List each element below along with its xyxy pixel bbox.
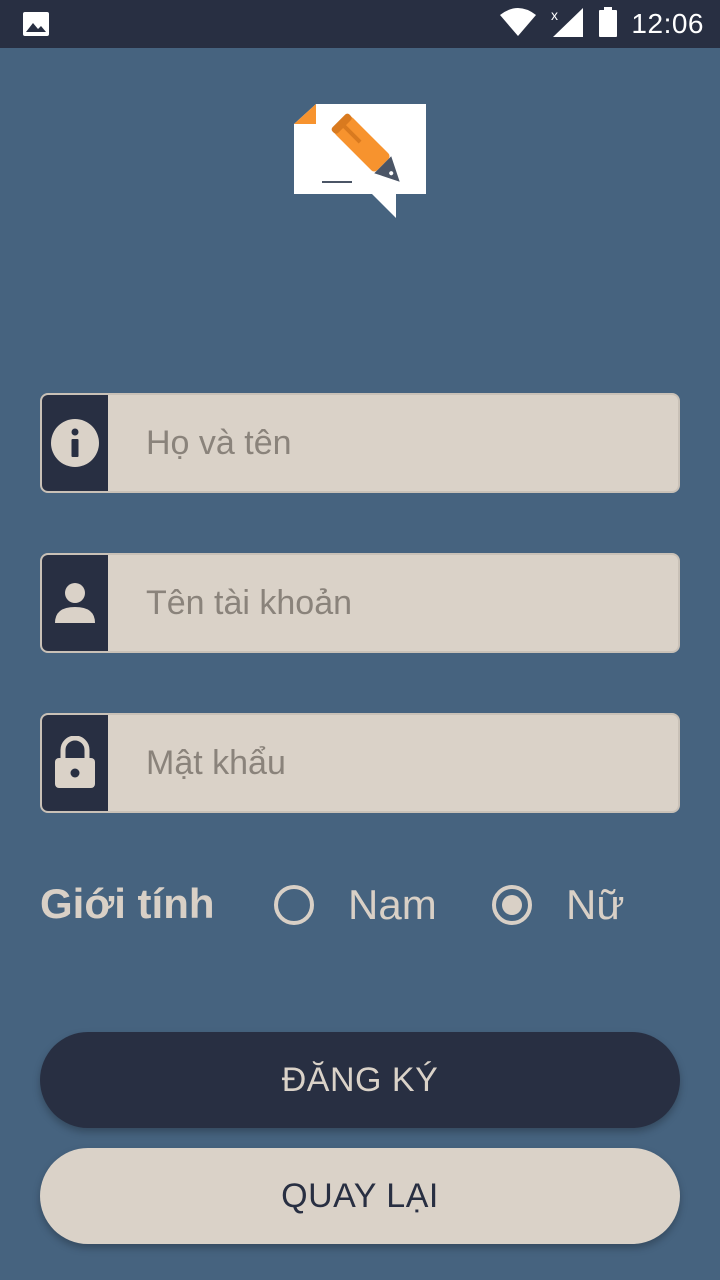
gender-option-female[interactable]: Nữ	[492, 872, 624, 938]
username-input[interactable]	[108, 555, 678, 651]
register-button[interactable]: ĐĂNG KÝ	[40, 1032, 680, 1128]
full-name-field[interactable]	[40, 393, 680, 493]
password-field[interactable]	[40, 713, 680, 813]
gender-option-label: Nữ	[566, 881, 625, 928]
status-bar: x 12:06	[0, 0, 720, 48]
back-button[interactable]: QUAY LẠI	[40, 1148, 680, 1244]
gender-row: Giới tính Nam Nữ	[40, 872, 680, 938]
lock-icon	[42, 715, 108, 811]
signal-icon: x	[551, 6, 585, 43]
status-time: 12:06	[631, 8, 704, 39]
radio-unchecked-icon[interactable]	[274, 885, 314, 925]
wifi-icon	[499, 7, 537, 42]
image-icon	[22, 11, 50, 37]
battery-icon	[599, 6, 618, 42]
radio-checked-icon[interactable]	[492, 885, 532, 925]
gender-label: Giới tính	[40, 880, 215, 927]
full-name-input[interactable]	[108, 395, 678, 491]
username-field[interactable]	[40, 553, 680, 653]
pen-speech-bubble-logo	[290, 100, 430, 222]
info-icon	[42, 395, 108, 491]
svg-text:x: x	[551, 7, 558, 23]
gender-option-label: Nam	[348, 881, 437, 928]
person-icon	[42, 555, 108, 651]
gender-option-male[interactable]: Nam	[274, 872, 437, 938]
password-input[interactable]	[108, 715, 678, 811]
